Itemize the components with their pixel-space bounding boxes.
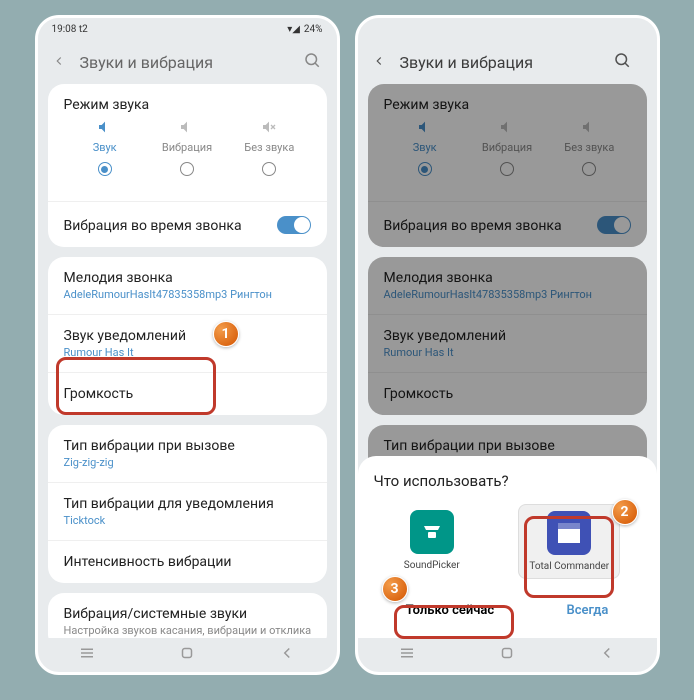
vib-call-row[interactable]: Тип вибрации при вызове Zig-zig-zig: [48, 425, 327, 483]
mode-vibrate[interactable]: Вибрация: [147, 119, 227, 154]
vibrate-icon: [179, 119, 195, 137]
callout-1: [56, 357, 216, 415]
mode-mute[interactable]: Без звука: [229, 119, 309, 154]
volume-row: Громкость: [368, 373, 647, 415]
back-icon[interactable]: [372, 53, 386, 72]
vib-intensity-row[interactable]: Интенсивность вибрации: [48, 541, 327, 583]
nav-home-icon[interactable]: [178, 644, 196, 666]
badge-1: 1: [213, 321, 239, 347]
system-sounds-row[interactable]: Вибрация/системные звуки Настройка звуко…: [48, 593, 327, 638]
navbar: [38, 638, 337, 672]
nav-home-icon[interactable]: [498, 644, 516, 666]
radio-mute: [582, 162, 596, 176]
nav-back-icon[interactable]: [598, 644, 616, 666]
card-vibration: Тип вибрации при вызове Zig-zig-zig Тип …: [48, 425, 327, 583]
radio-vibrate[interactable]: [180, 162, 194, 176]
ringtone-row[interactable]: Мелодия звонка AdeleRumourHasIt47835358m…: [48, 257, 327, 315]
mode-sound: Звук: [385, 119, 465, 154]
nav-recent-icon[interactable]: [398, 644, 416, 666]
sound-mode-title: Режим звука: [64, 97, 311, 113]
nav-back-icon[interactable]: [278, 644, 296, 666]
callout-2: [524, 516, 614, 598]
card-sounds: Мелодия звонка AdeleRumourHasIt47835358m…: [368, 257, 647, 415]
mode-vibrate: Вибрация: [467, 119, 547, 154]
card-sound-mode: Режим звука Звук Вибрация Без звука Вибр…: [48, 84, 327, 247]
toggle-vibration-call: [597, 216, 631, 234]
vibration-during-call-row[interactable]: Вибрация во время звонка: [48, 202, 327, 247]
sheet-title: Что использовать?: [370, 472, 645, 490]
card-system: Вибрация/системные звуки Настройка звуко…: [48, 593, 327, 638]
nav-recent-icon[interactable]: [78, 644, 96, 666]
action-always[interactable]: Всегда: [546, 593, 628, 628]
back-icon[interactable]: [52, 53, 66, 72]
sound-mode-row: Режим звука Звук Вибрация Без звука: [48, 84, 327, 202]
notification-sound-row: Звук уведомлений Rumour Has It: [368, 315, 647, 373]
page-title: Звуки и вибрация: [400, 53, 533, 72]
navbar: [358, 638, 657, 672]
search-icon[interactable]: [613, 51, 631, 73]
radio-row: [64, 158, 311, 188]
status-right: ▾◢ 24%: [287, 24, 322, 35]
phone-left: 19:08 t2 ▾◢ 24% Звуки и вибрация Режим з…: [35, 15, 340, 675]
sound-icon: [97, 119, 113, 137]
app-soundpicker[interactable]: SoundPicker: [394, 504, 470, 579]
radio-vibrate: [500, 162, 514, 176]
status-time: 19:08 t2: [52, 24, 88, 35]
badge-3: 3: [382, 576, 408, 602]
mode-sound[interactable]: Звук: [65, 119, 145, 154]
badge-2: 2: [612, 499, 638, 525]
page-title: Звуки и вибрация: [80, 53, 213, 72]
battery-text: 24%: [304, 24, 323, 35]
mode-mute: Без звука: [549, 119, 629, 154]
callout-3: [394, 605, 514, 639]
wifi-icon: ▾◢: [287, 24, 300, 35]
ringtone-row: Мелодия звонка AdeleRumourHasIt47835358m…: [368, 257, 647, 315]
toggle-vibration-call[interactable]: [277, 216, 311, 234]
radio-sound: [418, 162, 432, 176]
mute-icon: [261, 119, 277, 137]
vib-notif-row[interactable]: Тип вибрации для уведомления Ticktock: [48, 483, 327, 541]
header: Звуки и вибрация: [368, 40, 647, 84]
soundpicker-icon: [410, 510, 454, 554]
sound-mode-row: Режим звука Звук Вибрация Без звука: [368, 84, 647, 202]
card-sound-mode: Режим звука Звук Вибрация Без звука Вибр…: [368, 84, 647, 247]
search-icon[interactable]: [303, 51, 321, 73]
header: Звуки и вибрация: [38, 40, 337, 84]
statusbar: [358, 18, 657, 40]
radio-sound[interactable]: [98, 162, 112, 176]
vibration-during-call-row: Вибрация во время звонка: [368, 202, 647, 247]
phone-right: Звуки и вибрация Режим звука Звук Вибрац…: [355, 15, 660, 675]
statusbar: 19:08 t2 ▾◢ 24%: [38, 18, 337, 40]
radio-mute[interactable]: [262, 162, 276, 176]
